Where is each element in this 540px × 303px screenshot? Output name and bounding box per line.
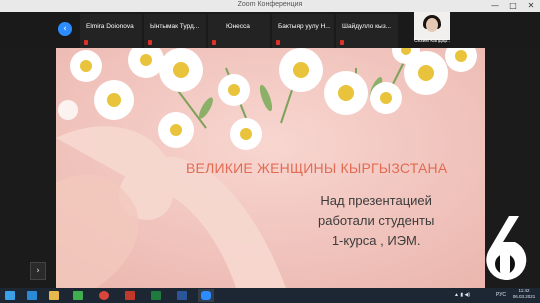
shared-screen-slide: ВЕЛИКИЕ ЖЕНЩИНЫ КЫРГЫЗСТАНА Над презента… xyxy=(56,48,485,288)
slide-heading: ВЕЛИКИЕ ЖЕНЩИНЫ КЫРГЫЗСТАНА xyxy=(186,160,448,176)
participant-name: Бактыяр уулу Н... xyxy=(278,23,330,30)
participant-name: Elmira Doionova xyxy=(86,23,134,30)
explorer-icon xyxy=(49,291,59,300)
zoom-icon xyxy=(201,291,211,300)
close-button[interactable]: ✕ xyxy=(522,0,540,12)
taskbar-app[interactable] xyxy=(70,289,86,302)
zoom-window: Zoom Конференция — □ ✕ ‹ Elmira Doionova… xyxy=(0,0,540,303)
participant-tile[interactable]: Шайдулло кыз... xyxy=(336,14,398,48)
participant-name: Ынтымак Турд... xyxy=(150,23,200,30)
taskbar-app[interactable] xyxy=(46,289,62,302)
mic-muted-icon xyxy=(84,40,88,45)
start-button[interactable] xyxy=(2,289,18,302)
slide-body-line: 1-курса , ИЭМ. xyxy=(331,233,421,248)
slide-body-line: Над презентацией xyxy=(320,193,432,208)
participant-tile[interactable]: Юнесса xyxy=(208,14,270,48)
word-icon xyxy=(177,291,187,300)
taskbar-app[interactable] xyxy=(96,289,112,302)
window-title: Zoom Конференция xyxy=(237,1,303,8)
taskbar-app[interactable] xyxy=(174,289,190,302)
excel-icon xyxy=(151,291,161,300)
chrome-icon xyxy=(99,291,109,300)
taskbar-app[interactable] xyxy=(148,289,164,302)
slide-body-line: работали студенты xyxy=(318,213,435,228)
mic-muted-icon xyxy=(148,40,152,45)
participant-name: Юнесса xyxy=(226,23,250,30)
presentation-icon xyxy=(125,291,135,300)
participant-tile[interactable]: Ынтымак Турд... xyxy=(144,14,206,48)
start-icon xyxy=(5,291,15,300)
participant-tile[interactable]: Elmira Doionova xyxy=(80,14,142,48)
self-video-thumbnail[interactable] xyxy=(414,12,450,40)
mic-muted-icon xyxy=(340,40,344,45)
ie-icon xyxy=(27,291,37,300)
minimize-button[interactable]: — xyxy=(486,0,504,12)
system-clock[interactable]: 11:42 06.03.2021 xyxy=(510,288,538,300)
mic-muted-icon xyxy=(212,40,216,45)
title-bar: Zoom Конференция — □ ✕ xyxy=(0,0,540,12)
tray-icons[interactable]: ▲ ▮ ◀) xyxy=(454,292,470,298)
person-face xyxy=(426,18,438,32)
maximize-button[interactable]: □ xyxy=(504,0,522,12)
logo-six-icon xyxy=(486,216,527,281)
participant-name: Шайдулло кыз... xyxy=(342,23,392,30)
participant-tile[interactable]: Бактыяр уулу Н... xyxy=(272,14,334,48)
clock-date: 06.03.2021 xyxy=(512,294,536,299)
taskbar-app-active[interactable] xyxy=(198,289,214,302)
taskbar-app[interactable] xyxy=(24,289,40,302)
language-indicator[interactable]: РУС xyxy=(496,292,506,298)
mic-muted-icon xyxy=(276,40,280,45)
prev-participants-button[interactable]: ‹ xyxy=(58,22,72,36)
media-icon xyxy=(73,291,83,300)
slide-body: Над презентацией работали студенты 1-кур… xyxy=(318,191,434,251)
self-name: Сезим Калдар... xyxy=(414,38,450,44)
expand-side-button[interactable]: › xyxy=(30,262,46,280)
taskbar-app[interactable] xyxy=(122,289,138,302)
